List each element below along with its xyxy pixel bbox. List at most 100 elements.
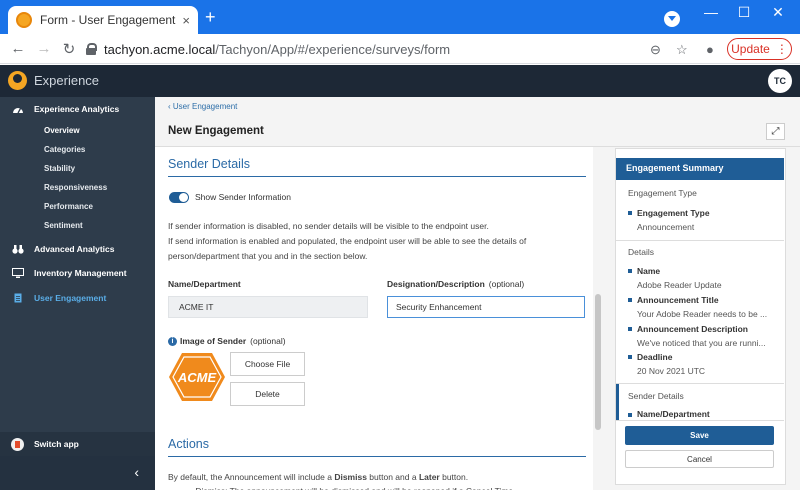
save-button[interactable]: Save: [625, 426, 774, 445]
binoculars-icon: [12, 245, 24, 254]
menu-dots-icon: ⋮: [775, 42, 788, 56]
profile-icon[interactable]: ●: [706, 42, 714, 57]
summary-desc-value: We've noticed that you are runni...: [637, 338, 766, 348]
avatar[interactable]: TC: [768, 69, 792, 93]
update-label: Update: [731, 42, 770, 56]
sidebar-item-advanced-analytics[interactable]: Advanced Analytics: [0, 238, 155, 260]
breadcrumb[interactable]: ‹ User Engagement: [168, 102, 237, 111]
new-tab-button[interactable]: +: [205, 8, 216, 26]
optional-tag: (optional): [488, 279, 525, 289]
toggle-label: Show Sender Information: [195, 192, 291, 202]
actions-text: button.: [439, 472, 469, 482]
choose-file-button[interactable]: Choose File: [230, 352, 305, 376]
sidebar-item-responsiveness[interactable]: Responsiveness: [44, 183, 107, 192]
sidebar-item-label: Advanced Analytics: [34, 244, 115, 254]
summary-deadline-key: Deadline: [637, 352, 673, 362]
address-bar[interactable]: tachyon.acme.local/Tachyon/App/#/experie…: [86, 37, 696, 61]
url-path: /Tachyon/App/#/experience/surveys/form: [215, 41, 451, 57]
app-logo-icon: [8, 71, 27, 90]
browser-tab[interactable]: Form - User Engagement - Expe ×: [8, 6, 198, 34]
sidebar-item-experience-analytics[interactable]: Experience Analytics: [0, 98, 155, 120]
scrollbar-thumb[interactable]: [595, 294, 601, 430]
image-label: i Image of Sender (optional): [168, 336, 286, 346]
summary-deadline-value: 20 Nov 2021 UTC: [637, 366, 706, 376]
info-icon: i: [168, 336, 177, 346]
divider: [616, 383, 784, 384]
browser-toolbar: ← → ↻ tachyon.acme.local/Tachyon/App/#/e…: [0, 34, 800, 64]
sidebar-item-label: User Engagement: [34, 293, 107, 303]
switch-app-label: Switch app: [34, 439, 79, 449]
info-text: person/department that you and in the se…: [168, 251, 368, 261]
sidebar-item-inventory-management[interactable]: Inventory Management: [0, 262, 155, 284]
sidebar-item-categories[interactable]: Categories: [44, 145, 85, 154]
sidebar-item-stability[interactable]: Stability: [44, 164, 75, 173]
reload-button[interactable]: ↻: [60, 40, 78, 58]
url-host: tachyon.acme.local: [104, 41, 216, 57]
name-field[interactable]: ACME IT: [168, 296, 368, 318]
divider: [168, 456, 586, 457]
page-title: New Engagement: [168, 125, 264, 137]
bullet-icon: [628, 355, 632, 359]
summary-desc-key: Announcement Description: [637, 324, 748, 334]
optional-tag: (optional): [250, 336, 286, 346]
actions-heading: Actions: [168, 437, 209, 451]
close-window-button[interactable]: ✕: [763, 4, 793, 21]
show-sender-toggle[interactable]: [169, 192, 189, 203]
tab-title: Form - User Engagement - Expe: [40, 13, 178, 27]
sender-logo-image: ACME: [169, 353, 225, 401]
app-header: Experience: [0, 65, 800, 97]
summary-title-value: Your Adobe Reader needs to be ...: [637, 309, 768, 319]
collapse-sidebar-button[interactable]: ‹: [0, 456, 155, 490]
delete-button[interactable]: Delete: [230, 382, 305, 406]
bookmark-star-icon[interactable]: ☆: [676, 42, 688, 58]
image-label-text: Image of Sender: [180, 336, 247, 346]
minimize-button[interactable]: —: [696, 4, 726, 20]
sidebar-item-user-engagement[interactable]: User Engagement: [0, 287, 155, 309]
gauge-icon: [13, 108, 23, 114]
maximize-button[interactable]: ☐: [729, 4, 759, 21]
forward-button[interactable]: →: [35, 40, 53, 57]
app-title: Experience: [34, 73, 100, 88]
monitor-icon: [12, 268, 24, 278]
designation-label-text: Designation/Description: [387, 279, 485, 289]
sidebar-item-overview[interactable]: Overview: [44, 126, 80, 135]
info-text: If send information is enabled and popul…: [168, 236, 527, 246]
actions-dismiss: Dismiss: [334, 472, 367, 482]
summary-group-sender: Sender Details: [628, 391, 684, 401]
name-label: Name/Department: [168, 279, 241, 289]
bullet-icon: [628, 269, 632, 273]
summary-title-key: Announcement Title: [637, 295, 719, 305]
sidebar-item-label: Experience Analytics: [34, 104, 120, 114]
bullet-icon: [628, 211, 632, 215]
summary-type-value: Announcement: [637, 222, 695, 232]
summary-sender-clip: Name/Department: [616, 407, 784, 420]
divider: [168, 176, 586, 177]
tab-close-icon[interactable]: ×: [182, 13, 190, 28]
clipboard-icon: [14, 293, 22, 303]
update-button[interactable]: Update ⋮: [727, 38, 792, 60]
tab-search-icon[interactable]: [664, 11, 680, 27]
back-button[interactable]: ←: [9, 40, 27, 57]
sidebar-item-sentiment[interactable]: Sentiment: [44, 221, 83, 230]
actions-text: button and a: [366, 472, 419, 482]
designation-field[interactable]: Security Enhancement: [387, 296, 585, 318]
actions-dismiss-bullet: • Dismiss: The announcement will be dism…: [190, 486, 590, 490]
divider: [616, 240, 784, 241]
expand-icon[interactable]: ⤢: [766, 123, 785, 140]
switch-app-icon: [11, 437, 24, 451]
actions-text: By default, the Announcement will includ…: [168, 472, 335, 482]
summary-type-key: Engagement Type: [637, 208, 710, 218]
summary-name-key: Name: [637, 266, 661, 276]
switch-app-button[interactable]: Switch app: [0, 432, 155, 456]
sidebar-item-label: Inventory Management: [34, 268, 127, 278]
sidebar-item-performance[interactable]: Performance: [44, 202, 93, 211]
summary-name-value: Adobe Reader Update: [637, 280, 722, 290]
zoom-icon[interactable]: ⊖: [650, 42, 661, 58]
cancel-button[interactable]: Cancel: [625, 450, 774, 468]
divider: [616, 420, 784, 421]
summary-group-type: Engagement Type: [628, 188, 697, 198]
bullet-icon: [628, 327, 632, 331]
designation-label: Designation/Description (optional): [387, 279, 524, 289]
summary-heading: Engagement Summary: [616, 158, 784, 180]
summary-group-details: Details: [628, 247, 654, 257]
